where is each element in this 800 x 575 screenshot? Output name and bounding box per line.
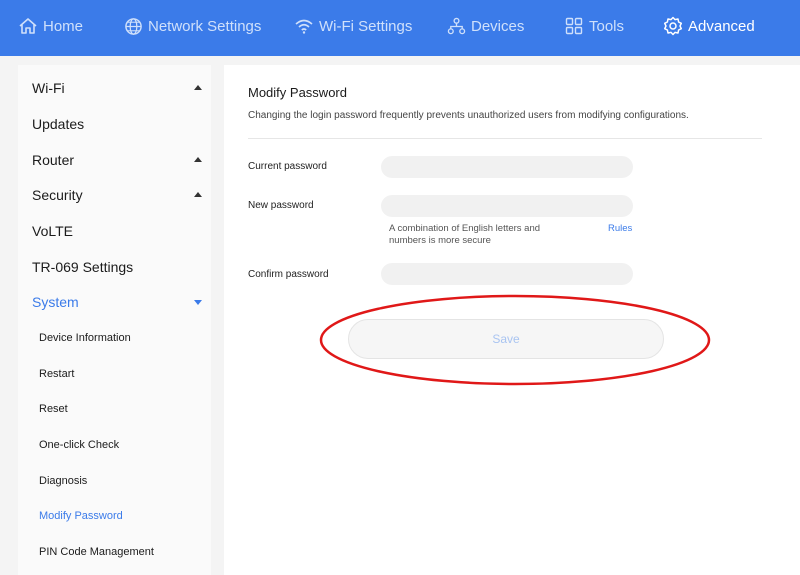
- page-title: Modify Password: [248, 85, 347, 100]
- chevron-up-icon: [194, 157, 202, 162]
- new-password-label: New password: [248, 200, 314, 211]
- home-icon: [18, 16, 38, 36]
- chevron-up-icon: [194, 192, 202, 197]
- devices-icon: [446, 16, 466, 36]
- nav-home-label: Home: [43, 17, 84, 35]
- nav-home[interactable]: Home: [18, 0, 83, 52]
- sidebar-subitem-label: PIN Code Management: [39, 546, 154, 558]
- sidebar: Wi-Fi Updates Router Security VoLTE TR-0…: [18, 65, 211, 575]
- chevron-down-icon: [194, 300, 202, 305]
- divider: [248, 138, 762, 139]
- sidebar-item-security[interactable]: Security: [32, 187, 202, 203]
- sidebar-item-updates[interactable]: Updates: [32, 116, 202, 132]
- sidebar-item-system[interactable]: System: [32, 294, 202, 310]
- nav-wifi-settings[interactable]: Wi-Fi Settings: [294, 0, 412, 52]
- wifi-icon: [294, 16, 314, 36]
- sidebar-subitem-device-information[interactable]: Device Information: [39, 332, 209, 344]
- sidebar-item-tr069-settings[interactable]: TR-069 Settings: [32, 259, 202, 275]
- rules-link[interactable]: Rules: [608, 223, 632, 234]
- sidebar-subitem-pin-code-management[interactable]: PIN Code Management: [39, 546, 209, 558]
- sidebar-item-label: Router: [32, 152, 75, 168]
- sidebar-item-label: TR-069 Settings: [32, 259, 134, 275]
- nav-tools[interactable]: Tools: [564, 0, 624, 52]
- sidebar-item-label: System: [32, 294, 79, 310]
- globe-icon: [123, 16, 143, 36]
- sidebar-subitem-label: Diagnosis: [39, 475, 88, 487]
- sidebar-subitem-label: Restart: [39, 368, 75, 380]
- sidebar-subitem-modify-password[interactable]: Modify Password: [39, 510, 209, 522]
- confirm-password-input[interactable]: [381, 263, 633, 285]
- nav-tools-label: Tools: [589, 17, 625, 35]
- sidebar-item-wifi[interactable]: Wi-Fi: [32, 80, 202, 96]
- sidebar-item-label: Wi-Fi: [32, 80, 65, 96]
- top-nav-bar: Home Network Settings Wi-Fi Settings Dev…: [0, 0, 800, 56]
- sidebar-subitem-one-click-check[interactable]: One-click Check: [39, 439, 209, 451]
- sidebar-subitem-label: One-click Check: [39, 439, 120, 451]
- current-password-input[interactable]: [381, 156, 633, 178]
- sidebar-subitem-restart[interactable]: Restart: [39, 368, 209, 380]
- sidebar-item-label: Updates: [32, 116, 85, 132]
- chevron-up-icon: [194, 85, 202, 90]
- sidebar-item-label: VoLTE: [32, 223, 73, 239]
- tools-icon: [564, 16, 584, 36]
- confirm-password-label: Confirm password: [248, 269, 329, 280]
- sidebar-subitem-label: Device Information: [39, 332, 131, 344]
- sidebar-subitem-reset[interactable]: Reset: [39, 403, 209, 415]
- sidebar-subitem-label: Modify Password: [39, 510, 123, 522]
- nav-devices[interactable]: Devices: [446, 0, 524, 52]
- sidebar-item-router[interactable]: Router: [32, 152, 202, 168]
- password-hint: A combination of English letters and num…: [389, 223, 541, 246]
- nav-wifi-settings-label: Wi-Fi Settings: [319, 17, 413, 35]
- nav-network-settings[interactable]: Network Settings: [123, 0, 261, 52]
- main-panel: Modify Password Changing the login passw…: [224, 65, 800, 575]
- new-password-input[interactable]: [381, 195, 633, 217]
- nav-advanced[interactable]: Advanced: [663, 0, 755, 52]
- save-button[interactable]: Save: [348, 319, 664, 359]
- sidebar-item-volte[interactable]: VoLTE: [32, 223, 202, 239]
- current-password-label: Current password: [248, 161, 327, 172]
- sidebar-subitem-label: Reset: [39, 403, 68, 415]
- nav-devices-label: Devices: [471, 17, 525, 35]
- nav-advanced-label: Advanced: [688, 17, 755, 35]
- gear-icon: [663, 16, 683, 36]
- sidebar-item-label: Security: [32, 187, 83, 203]
- nav-network-settings-label: Network Settings: [148, 17, 262, 35]
- page-description: Changing the login password frequently p…: [248, 110, 689, 121]
- sidebar-subitem-diagnosis[interactable]: Diagnosis: [39, 475, 209, 487]
